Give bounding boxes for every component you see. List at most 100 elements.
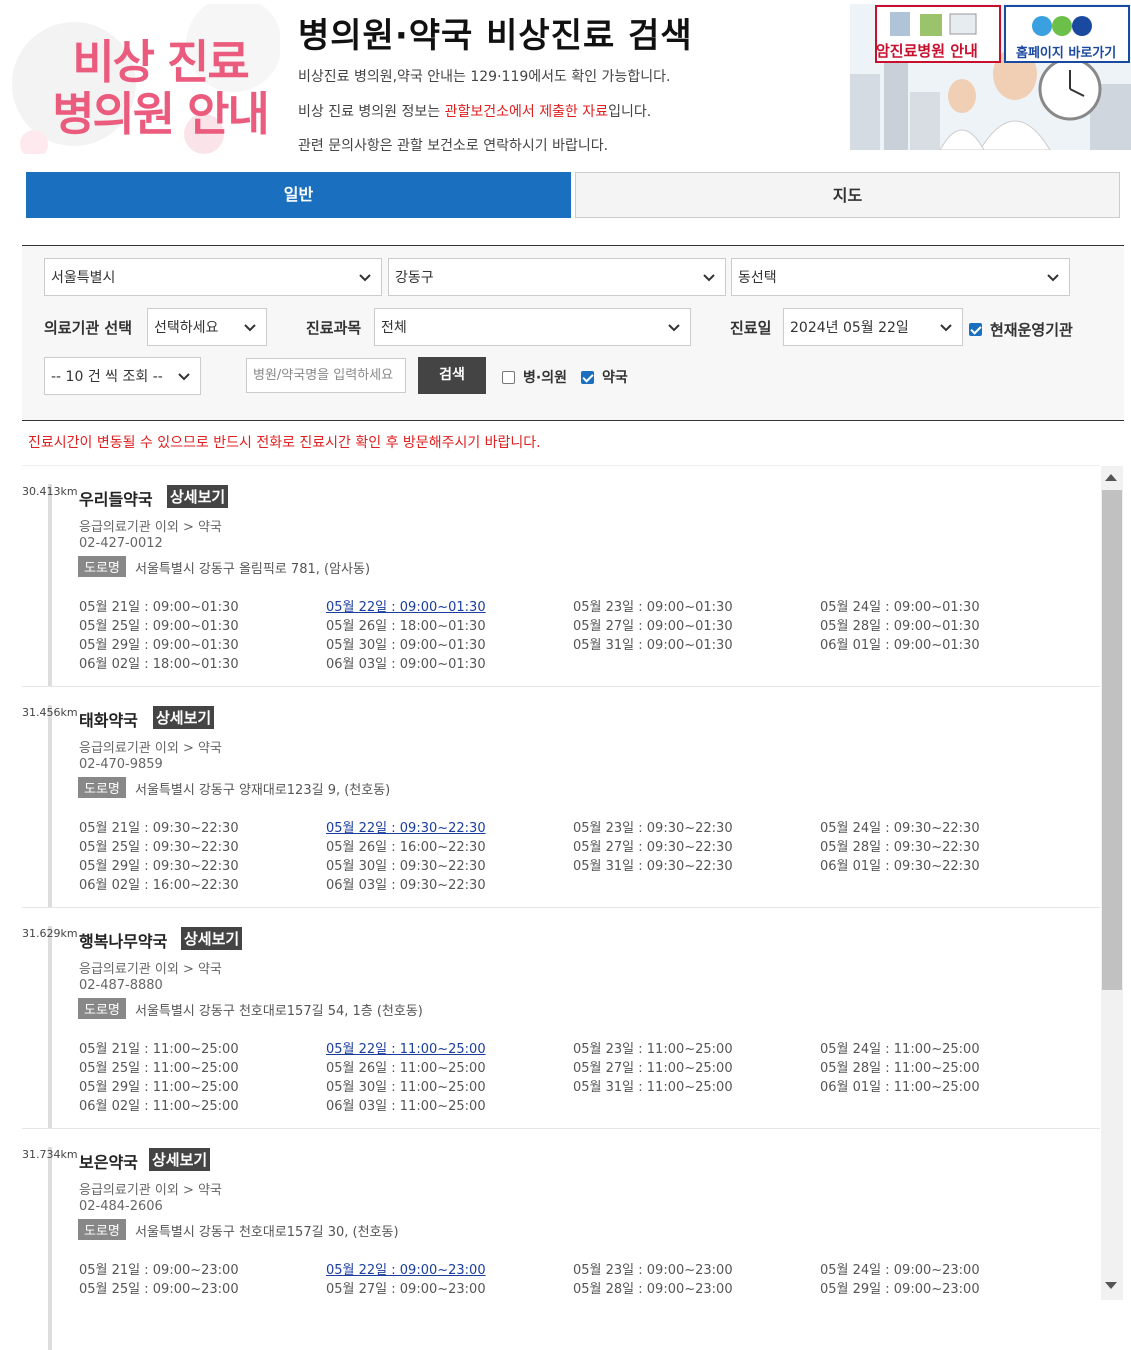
entry-separator — [22, 686, 1100, 687]
entry-address: 서울특별시 강동구 천호대로157길 54, 1층 (천호동) — [135, 1004, 423, 1019]
list-top-border — [22, 465, 1100, 466]
hours-cell: 05월 23일 : 09:00~01:30 — [573, 600, 733, 615]
entry-timeline — [48, 705, 52, 908]
hours-cell: 05월 31일 : 09:00~01:30 — [573, 638, 733, 653]
entry-timeline — [48, 1147, 52, 1350]
entry-distance: 30.413km — [22, 485, 78, 498]
hours-cell: 05월 28일 : 11:00~25:00 — [820, 1061, 980, 1076]
chevron-down-icon — [703, 274, 715, 282]
current-open-option[interactable]: 현재운영기관 — [969, 319, 1073, 340]
entry-timeline — [48, 484, 52, 687]
entry-distance: 31.734km — [22, 1148, 78, 1161]
chevron-down-icon — [359, 274, 371, 282]
hours-cell: 06월 02일 : 16:00~22:30 — [79, 878, 239, 893]
detail-button[interactable]: 상세보기 — [153, 706, 215, 729]
hours-cell: 05월 27일 : 11:00~25:00 — [573, 1061, 733, 1076]
road-address-badge: 도로명 — [78, 1219, 126, 1240]
entry-phone: 02-484-2606 — [79, 1199, 163, 1214]
entry-category: 응급의료기관 이외 > 약국 — [79, 520, 222, 535]
notice-text: 진료시간이 변동될 수 있으므로 반드시 전화로 진료시간 확인 후 방문해주시… — [28, 435, 541, 451]
dept-select[interactable]: 전체 — [374, 308, 691, 346]
hours-cell: 05월 27일 : 09:00~01:30 — [573, 619, 733, 634]
search-button[interactable]: 검색 — [418, 357, 486, 394]
scroll-down-arrow-icon[interactable] — [1105, 1282, 1117, 1289]
site-logo[interactable]: 비상 진료 병의원 안내 — [40, 36, 280, 140]
hours-cell: 05월 24일 : 09:30~22:30 — [820, 821, 980, 836]
entry-phone: 02-470-9859 — [79, 757, 163, 772]
today-hours-link[interactable]: 05월 22일 : 09:00~23:00 — [326, 1259, 486, 1278]
hours-cell: 05월 21일 : 09:00~23:00 — [79, 1263, 239, 1278]
hours-cell: 05월 29일 : 11:00~25:00 — [79, 1080, 239, 1095]
tab-general[interactable]: 일반 — [26, 172, 571, 218]
entry-name[interactable]: 우리들약국 — [79, 486, 153, 510]
entry-category: 응급의료기관 이외 > 약국 — [79, 741, 222, 756]
hours-cell: 05월 31일 : 11:00~25:00 — [573, 1080, 733, 1095]
homepage-link[interactable]: 홈페이지 바로가기 — [1016, 42, 1116, 61]
entry-distance: 31.456km — [22, 706, 78, 719]
current-open-checkbox[interactable] — [969, 323, 982, 336]
hours-cell: 05월 27일 : 09:00~23:00 — [326, 1282, 486, 1297]
road-address-badge: 도로명 — [78, 556, 126, 577]
cancer-hospital-link[interactable]: 암진료병원 안내 — [876, 40, 978, 61]
district-select[interactable]: 강동구 — [388, 258, 726, 296]
hours-cell: 05월 25일 : 09:00~01:30 — [79, 619, 239, 634]
date-label: 진료일 — [730, 319, 772, 337]
hours-cell: 06월 01일 : 09:30~22:30 — [820, 859, 980, 874]
entry-address: 서울특별시 강동구 올림픽로 781, (암사동) — [135, 562, 371, 577]
hours-cell: 06월 03일 : 11:00~25:00 — [326, 1099, 486, 1114]
detail-button[interactable]: 상세보기 — [149, 1148, 211, 1171]
city-select[interactable]: 서울특별시 — [44, 258, 382, 296]
chevron-down-icon — [668, 324, 680, 332]
hours-cell: 05월 26일 : 16:00~22:30 — [326, 840, 486, 855]
hospital-label: 병·의원 — [523, 370, 567, 386]
date-select[interactable]: 2024년 05월 22일 — [783, 308, 963, 346]
hours-cell: 05월 28일 : 09:00~23:00 — [573, 1282, 733, 1297]
name-search-input[interactable]: 병원/약국명을 입력하세요 — [246, 358, 406, 393]
facility-select[interactable]: 선택하세요 — [147, 308, 267, 346]
chevron-down-icon — [178, 373, 190, 381]
page-size-select[interactable]: -- 10 건 씩 조회 -- — [44, 357, 201, 395]
hours-cell: 06월 01일 : 11:00~25:00 — [820, 1080, 980, 1095]
dong-select[interactable]: 동선택 — [731, 258, 1070, 296]
hours-cell: 05월 29일 : 09:00~01:30 — [79, 638, 239, 653]
hours-cell: 05월 27일 : 09:30~22:30 — [573, 840, 733, 855]
hours-cell: 05월 24일 : 11:00~25:00 — [820, 1042, 980, 1057]
hours-cell: 05월 21일 : 09:00~01:30 — [79, 600, 239, 615]
entry-phone: 02-427-0012 — [79, 536, 163, 551]
hours-cell: 06월 03일 : 09:00~01:30 — [326, 657, 486, 672]
hospital-option[interactable]: 병·의원 — [502, 367, 567, 387]
entry-category: 응급의료기관 이외 > 약국 — [79, 1183, 222, 1198]
hours-cell: 05월 21일 : 11:00~25:00 — [79, 1042, 239, 1057]
entry-name[interactable]: 행복나무약국 — [79, 928, 167, 952]
scrollbar-thumb[interactable] — [1102, 490, 1122, 990]
entry-address: 서울특별시 강동구 양재대로123길 9, (천호동) — [135, 783, 391, 798]
hours-cell: 05월 30일 : 09:00~01:30 — [326, 638, 486, 653]
pharmacy-checkbox[interactable] — [581, 370, 594, 384]
detail-button[interactable]: 상세보기 — [167, 485, 229, 508]
today-hours-link[interactable]: 05월 22일 : 09:00~01:30 — [326, 596, 486, 615]
entry-timeline — [48, 926, 52, 1129]
info-line-3: 관련 문의사항은 관할 보건소로 연락하시기 바랍니다. — [298, 138, 609, 154]
entry-separator — [22, 1128, 1100, 1129]
hours-cell: 05월 26일 : 11:00~25:00 — [326, 1061, 486, 1076]
road-address-badge: 도로명 — [78, 998, 126, 1019]
road-address-badge: 도로명 — [78, 777, 126, 798]
today-hours-link[interactable]: 05월 22일 : 11:00~25:00 — [326, 1038, 486, 1057]
hours-cell: 05월 31일 : 09:30~22:30 — [573, 859, 733, 874]
today-hours-link[interactable]: 05월 22일 : 09:30~22:30 — [326, 817, 486, 836]
entry-category: 응급의료기관 이외 > 약국 — [79, 962, 222, 977]
hours-cell: 05월 23일 : 09:00~23:00 — [573, 1263, 733, 1278]
hours-cell: 06월 02일 : 18:00~01:30 — [79, 657, 239, 672]
banner-image — [850, 4, 1131, 150]
entry-phone: 02-487-8880 — [79, 978, 163, 993]
hospital-checkbox[interactable] — [502, 370, 515, 384]
detail-button[interactable]: 상세보기 — [181, 927, 243, 950]
tab-map[interactable]: 지도 — [575, 172, 1120, 218]
entry-name[interactable]: 보은약국 — [79, 1149, 138, 1173]
pharmacy-option[interactable]: 약국 — [581, 367, 628, 387]
scroll-up-arrow-icon[interactable] — [1105, 474, 1117, 481]
pharmacy-label: 약국 — [602, 370, 628, 386]
entry-name[interactable]: 태화약국 — [79, 707, 138, 731]
hours-cell: 05월 24일 : 09:00~01:30 — [820, 600, 980, 615]
hours-cell: 05월 25일 : 09:30~22:30 — [79, 840, 239, 855]
